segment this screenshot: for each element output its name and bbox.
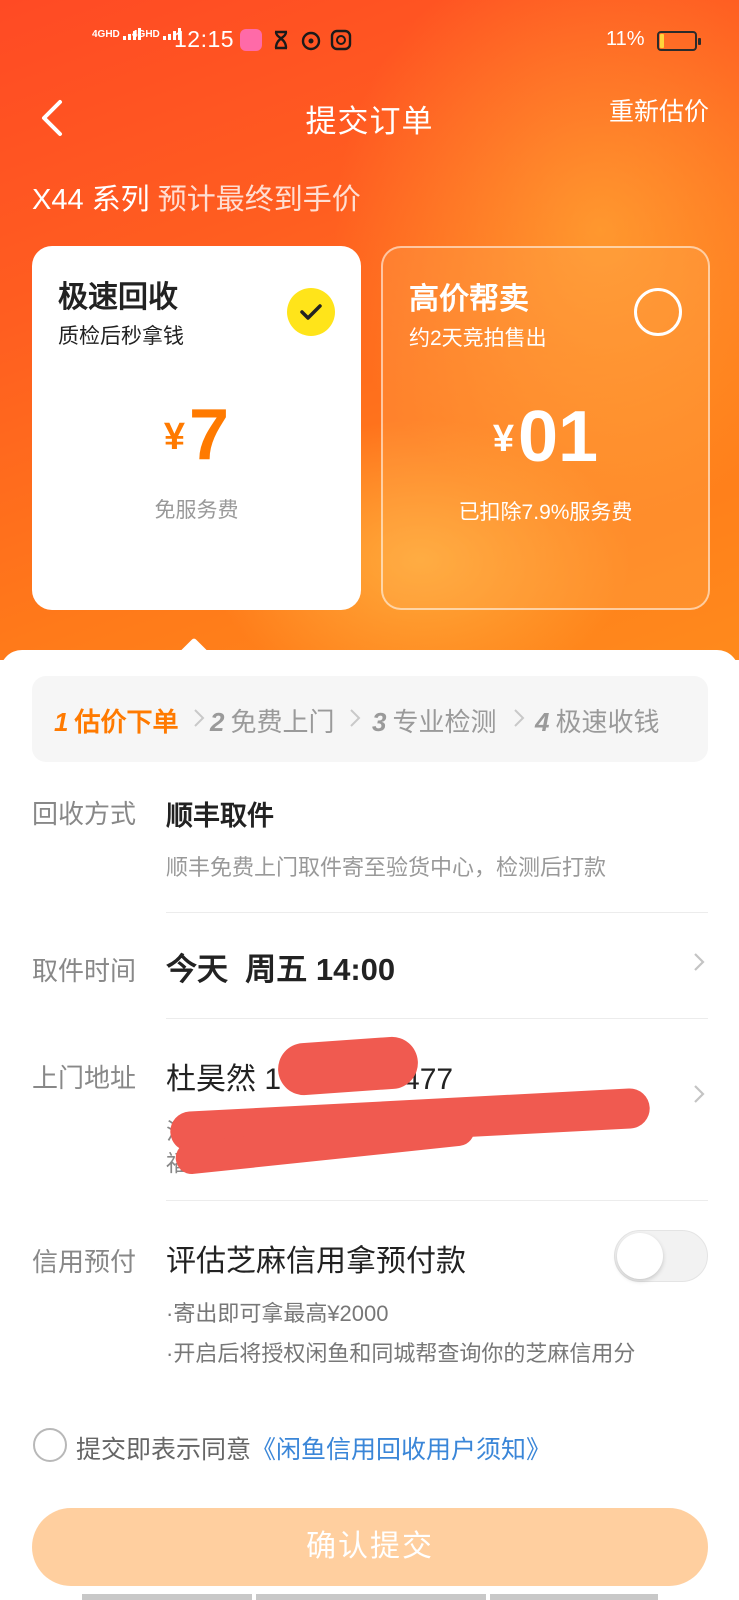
- option-title: 极速回收: [58, 281, 178, 314]
- step-1: 1 估价下单: [54, 707, 179, 737]
- progress-steps: 1 估价下单 2 免费上门 3 专业检测 4 极速收钱: [32, 676, 708, 762]
- radio-unchecked-icon: [634, 288, 682, 336]
- option-desc: 约2天竞拍售出: [409, 327, 547, 350]
- price-amount: 7: [189, 395, 230, 475]
- option-desc: 质检后秒拿钱: [58, 325, 184, 348]
- status-bar: 4GHD 4GHD 12:15 11%: [0, 22, 739, 62]
- option-fee-note: 免服务费: [154, 499, 239, 522]
- music-app-icon: [301, 31, 321, 51]
- method-label: 回收方式: [32, 799, 137, 829]
- agreement-text: 提交即表示同意《闲鱼信用回收用户须知》: [76, 1436, 552, 1464]
- re-estimate-button[interactable]: 重新估价: [609, 92, 709, 128]
- price-subtitle: X44 系列 预计最终到手价: [32, 176, 361, 218]
- price-amount: 01: [518, 397, 599, 477]
- home-indicator: [490, 1594, 658, 1600]
- method-hint: 顺丰免费上门取件寄至验货中心，检测后打款: [166, 855, 607, 880]
- step-3: 3 专业检测: [372, 707, 497, 737]
- chevron-right-icon[interactable]: [692, 950, 706, 974]
- option-price: ¥01: [383, 396, 708, 478]
- chevron-right-icon: [350, 709, 361, 727]
- signal-1-label: 4GHD: [92, 29, 120, 40]
- divider: [166, 912, 708, 913]
- currency-symbol: ¥: [163, 416, 186, 458]
- app-notification-icon: [240, 29, 262, 51]
- redaction-scribble: [276, 1035, 420, 1097]
- price-caption: 预计最终到手价: [157, 184, 361, 216]
- contact-name: 杜昊然: [166, 1063, 256, 1096]
- home-indicator: [256, 1594, 486, 1600]
- pickup-time-label: 取件时间: [32, 956, 137, 986]
- credit-bullet-1: ·寄出即可拿最高¥2000: [166, 1301, 389, 1326]
- chevron-right-icon: [514, 709, 525, 727]
- search-app-icon: [330, 29, 352, 51]
- battery-percent: 11%: [606, 28, 645, 50]
- signal-2-label: 4GHD: [132, 29, 160, 40]
- step-2: 2 免费上门: [210, 707, 335, 737]
- battery-icon: [657, 31, 701, 51]
- method-value: 顺丰取件: [166, 801, 274, 831]
- status-time: 12:15: [174, 26, 235, 52]
- option-fee-note: 已扣除7.9%服务费: [458, 501, 633, 524]
- chevron-right-icon: [194, 709, 205, 727]
- divider: [166, 1200, 708, 1201]
- currency-symbol: ¥: [492, 418, 515, 460]
- option-card-fast-recycle[interactable]: 极速回收 质检后秒拿钱 ¥7 免服务费: [32, 246, 361, 610]
- chevron-right-icon[interactable]: [692, 1082, 706, 1106]
- home-indicator: [82, 1594, 252, 1600]
- credit-title: 评估芝麻信用拿预付款: [166, 1245, 466, 1278]
- option-price: ¥7: [32, 394, 361, 476]
- credit-bullet-2: ·开启后将授权闲鱼和同城帮查询你的芝麻信用分: [166, 1341, 636, 1366]
- option-card-high-price-sell[interactable]: 高价帮卖 约2天竞拍售出 ¥01 已扣除7.9%服务费: [381, 246, 710, 610]
- credit-label: 信用预付: [32, 1247, 137, 1277]
- toggle-knob: [617, 1233, 663, 1279]
- hourglass-icon: [274, 30, 288, 50]
- address-label: 上门地址: [32, 1063, 137, 1093]
- model-name: X44 系列: [32, 184, 150, 216]
- agreement-link[interactable]: 《闲鱼信用回收用户须知》: [251, 1436, 551, 1464]
- divider: [166, 1018, 708, 1019]
- agreement-checkbox[interactable]: [33, 1428, 67, 1462]
- credit-prepay-toggle[interactable]: [614, 1230, 708, 1282]
- step-4: 4 极速收钱: [535, 707, 660, 737]
- option-title: 高价帮卖: [409, 283, 529, 316]
- pickup-time-value[interactable]: 今天 周五 14:00: [166, 944, 395, 989]
- battery-level: [660, 34, 664, 48]
- hero-header: 4GHD 4GHD 12:15 11% 提交订单 重新估价 X44 系列 预计最…: [0, 0, 739, 660]
- check-icon: [287, 288, 335, 336]
- confirm-submit-button[interactable]: 确认提交: [32, 1508, 708, 1586]
